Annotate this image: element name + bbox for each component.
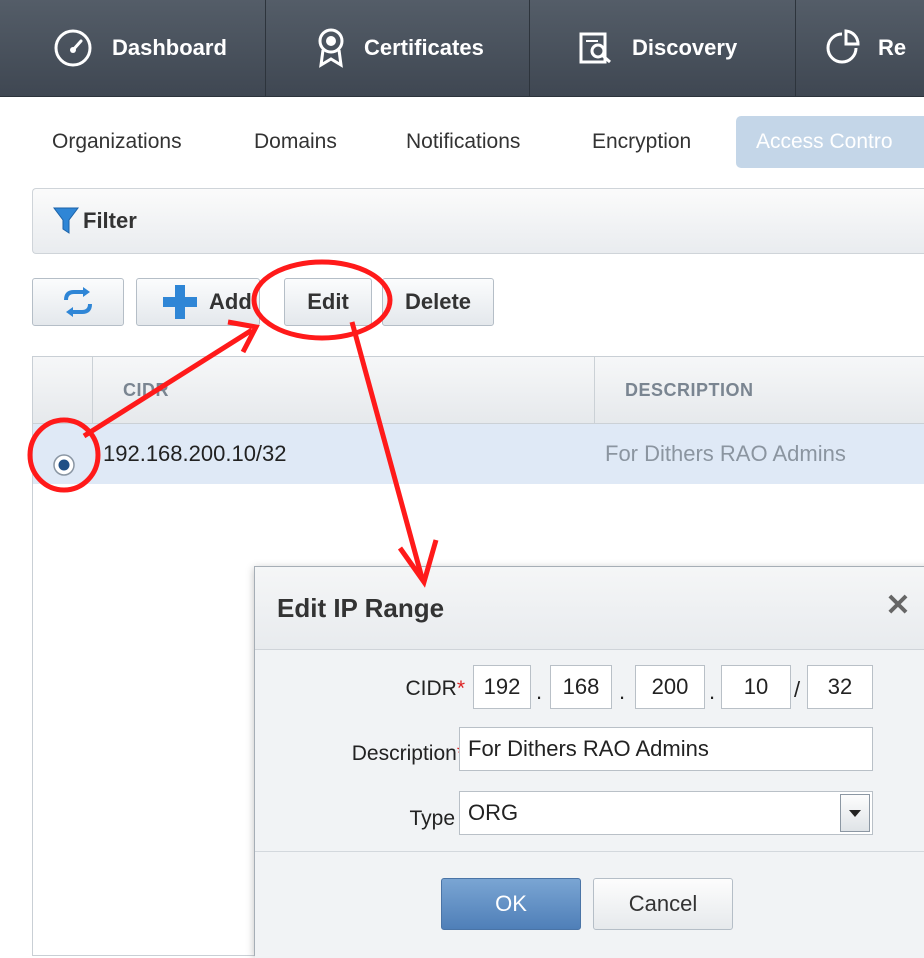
- cidr-octet-4-input[interactable]: 10: [721, 665, 791, 709]
- column-header-cidr[interactable]: CIDR: [93, 357, 595, 423]
- chevron-down-icon[interactable]: [840, 794, 870, 832]
- top-navigation: Dashboard Certificates Discovery Re: [0, 0, 924, 97]
- nav-tab-reports[interactable]: Re: [796, 0, 924, 96]
- nav-tab-label: Certificates: [364, 35, 484, 60]
- subtab-domains[interactable]: Domains: [234, 116, 357, 168]
- close-icon[interactable]: ✕: [881, 589, 915, 623]
- type-select[interactable]: ORG: [459, 791, 873, 835]
- row-select-radio[interactable]: [51, 441, 77, 476]
- speedometer-icon: [54, 29, 92, 67]
- subtab-access-control[interactable]: Access Contro: [736, 116, 924, 168]
- refresh-icon: [64, 287, 92, 317]
- table-header: CIDR DESCRIPTION: [33, 357, 924, 424]
- type-select-value: ORG: [468, 800, 519, 825]
- subtab-encryption[interactable]: Encryption: [572, 116, 711, 168]
- prefix-separator: /: [794, 677, 801, 702]
- certificate-badge-icon: [318, 28, 344, 68]
- subtab-notifications[interactable]: Notifications: [386, 116, 540, 168]
- ok-button[interactable]: OK: [441, 878, 581, 930]
- edit-ip-range-dialog: Edit IP Range ✕ CIDR* 192 . 168 . 200 . …: [254, 566, 924, 958]
- column-header-description[interactable]: DESCRIPTION: [595, 357, 924, 423]
- cell-description: For Dithers RAO Admins: [605, 441, 846, 466]
- description-label-text: Description: [351, 742, 457, 765]
- nav-tab-dashboard[interactable]: Dashboard: [0, 0, 266, 96]
- discovery-search-icon: [579, 32, 611, 64]
- cell-cidr: 192.168.200.10/32: [103, 441, 287, 466]
- filter-label: Filter: [83, 208, 137, 233]
- description-label: Description*: [275, 742, 465, 766]
- nav-tab-label: Discovery: [632, 35, 738, 60]
- delete-button[interactable]: Delete: [382, 278, 494, 326]
- cidr-label: CIDR*: [295, 677, 465, 701]
- nav-tab-certificates[interactable]: Certificates: [266, 0, 530, 96]
- reports-pie-icon: [826, 29, 860, 64]
- dialog-title: Edit IP Range: [277, 593, 445, 623]
- nav-tab-label: Re: [878, 35, 907, 60]
- delete-button-label: Delete: [404, 289, 472, 314]
- funnel-icon: [53, 207, 79, 234]
- plus-icon: [163, 285, 197, 319]
- add-button-label: Add: [209, 289, 252, 314]
- cidr-octet-3-input[interactable]: 200: [635, 665, 705, 709]
- required-marker: *: [456, 677, 465, 700]
- cidr-prefix-input[interactable]: 32: [807, 665, 873, 709]
- select-column-header: [33, 357, 93, 423]
- dialog-header: Edit IP Range ✕: [255, 567, 924, 650]
- cancel-button[interactable]: Cancel: [593, 878, 733, 930]
- nav-tab-label: Dashboard: [112, 35, 227, 60]
- cidr-octet-2-input[interactable]: 168: [550, 665, 612, 709]
- description-input[interactable]: For Dithers RAO Admins: [459, 727, 873, 771]
- cidr-label-text: CIDR: [405, 677, 457, 700]
- table-row[interactable]: 192.168.200.10/32 For Dithers RAO Admins: [33, 424, 924, 484]
- edit-button[interactable]: Edit: [284, 278, 372, 326]
- subtab-organizations[interactable]: Organizations: [32, 116, 202, 168]
- dialog-footer: OK Cancel: [255, 851, 924, 958]
- filter-bar[interactable]: Filter: [32, 188, 924, 254]
- nav-tab-discovery[interactable]: Discovery: [530, 0, 796, 96]
- refresh-button[interactable]: [32, 278, 124, 326]
- cidr-octet-1-input[interactable]: 192: [473, 665, 531, 709]
- add-button[interactable]: Add: [136, 278, 260, 326]
- arrow-to-edit-head: [227, 319, 260, 354]
- octet-separator: .: [709, 679, 716, 704]
- octet-separator: .: [619, 679, 626, 704]
- octet-separator: .: [536, 679, 543, 704]
- type-label: Type: [409, 807, 455, 830]
- edit-button-label: Edit: [307, 289, 349, 314]
